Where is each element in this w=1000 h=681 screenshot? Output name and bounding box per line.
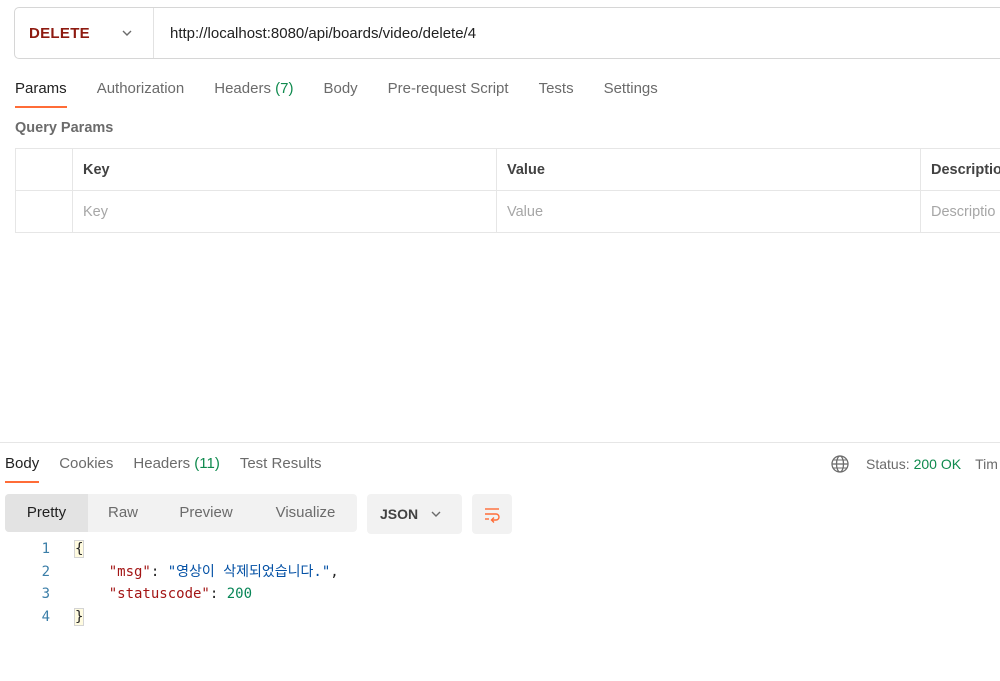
json-separator: : bbox=[209, 586, 227, 603]
status-value[interactable]: 200 OK bbox=[914, 456, 961, 472]
chevron-down-icon bbox=[431, 511, 441, 517]
row-checkbox-cell bbox=[15, 190, 73, 233]
wrap-lines-button[interactable] bbox=[472, 494, 512, 534]
status-label: Status: bbox=[866, 456, 910, 472]
format-label: JSON bbox=[380, 506, 419, 522]
chevron-down-icon bbox=[122, 30, 132, 36]
tab-label: Body bbox=[5, 455, 40, 472]
code-line: 1 { bbox=[0, 538, 1000, 561]
code-line: 3 "statuscode": 200 bbox=[0, 583, 1000, 606]
globe-icon[interactable] bbox=[830, 454, 850, 474]
key-input[interactable]: Key bbox=[72, 190, 497, 233]
tab-cookies[interactable]: Cookies bbox=[59, 452, 113, 483]
tab-settings[interactable]: Settings bbox=[604, 76, 658, 108]
json-separator: : bbox=[150, 563, 168, 580]
tab-authorization[interactable]: Authorization bbox=[97, 76, 185, 108]
tab-label: Body bbox=[323, 80, 358, 97]
tab-label: Cookies bbox=[59, 455, 114, 472]
params-table: Key Value Descriptio Key Value Descripti… bbox=[15, 148, 1000, 233]
view-mode-toggle: Pretty Raw Preview Visualize bbox=[5, 494, 357, 532]
tab-params[interactable]: Params bbox=[15, 76, 67, 108]
postman-request-view: DELETE http://localhost:8080/api/boards/… bbox=[0, 0, 1000, 681]
tab-label: Headers bbox=[133, 455, 191, 472]
tab-body[interactable]: Body bbox=[323, 76, 357, 108]
url-input[interactable]: http://localhost:8080/api/boards/video/d… bbox=[154, 25, 476, 42]
url-bar: DELETE http://localhost:8080/api/boards/… bbox=[14, 7, 1000, 59]
time-label: Tim bbox=[975, 456, 998, 472]
value-input[interactable]: Value bbox=[496, 190, 921, 233]
value-column-header: Value bbox=[496, 148, 921, 191]
method-label: DELETE bbox=[29, 24, 90, 42]
pane-divider[interactable] bbox=[0, 442, 1000, 443]
request-tabs: Params Authorization Headers (7) Body Pr… bbox=[15, 76, 688, 110]
view-preview-button[interactable]: Preview bbox=[158, 494, 254, 532]
line-number: 1 bbox=[41, 541, 50, 557]
format-select[interactable]: JSON bbox=[367, 494, 462, 534]
tab-response-body[interactable]: Body bbox=[5, 452, 40, 483]
line-number: 4 bbox=[41, 609, 50, 626]
view-pretty-button[interactable]: Pretty bbox=[5, 494, 88, 532]
open-brace: { bbox=[73, 540, 85, 558]
tab-tests[interactable]: Tests bbox=[539, 76, 574, 108]
json-string-value: "영상이 삭제되었습니다." bbox=[167, 563, 331, 580]
view-raw-button[interactable]: Raw bbox=[88, 494, 158, 532]
method-select[interactable]: DELETE bbox=[15, 8, 154, 58]
code-line: 2 "msg": "영상이 삭제되었습니다.", bbox=[0, 561, 1000, 584]
tab-label: Test Results bbox=[239, 455, 322, 472]
tab-test-results[interactable]: Test Results bbox=[240, 452, 322, 483]
json-number-value: 200 bbox=[226, 586, 253, 603]
tab-pre-request-script[interactable]: Pre-request Script bbox=[388, 76, 509, 108]
tab-response-headers[interactable]: Headers (11) bbox=[133, 452, 219, 483]
tab-headers[interactable]: Headers (7) bbox=[214, 76, 293, 108]
tab-label: Tests bbox=[538, 80, 574, 97]
wrap-lines-icon bbox=[485, 508, 500, 523]
tab-count: (11) bbox=[194, 455, 220, 472]
description-input[interactable]: Descriptio bbox=[920, 190, 1000, 233]
line-number: 2 bbox=[41, 563, 50, 580]
json-key: "msg" bbox=[108, 563, 151, 580]
checkbox-column-header bbox=[15, 148, 73, 191]
json-comma: , bbox=[330, 563, 339, 580]
line-number: 3 bbox=[41, 586, 50, 603]
json-key: "statuscode" bbox=[108, 586, 210, 603]
response-tabs: Body Cookies Headers (11) Test Results bbox=[5, 452, 342, 484]
tab-count: (7) bbox=[275, 80, 294, 97]
description-column-header: Descriptio bbox=[920, 148, 1000, 191]
response-status: Status: 200 OK Tim bbox=[830, 452, 998, 476]
close-brace: } bbox=[73, 608, 85, 627]
tab-label: Authorization bbox=[96, 80, 185, 97]
query-params-title: Query Params bbox=[15, 120, 114, 136]
table-row: Key Value Descriptio bbox=[15, 190, 1000, 233]
tab-label: Params bbox=[15, 80, 67, 97]
tab-label: Headers bbox=[214, 80, 271, 97]
tab-label: Pre-request Script bbox=[387, 80, 509, 97]
view-visualize-button[interactable]: Visualize bbox=[254, 494, 357, 532]
code-line: 4 } bbox=[0, 606, 1000, 629]
key-column-header: Key bbox=[72, 148, 497, 191]
tab-label: Settings bbox=[603, 80, 658, 97]
table-header-row: Key Value Descriptio bbox=[15, 148, 1000, 191]
response-body-code[interactable]: 1 { 2 "msg": "영상이 삭제되었습니다.", 3 "statusco… bbox=[0, 538, 1000, 629]
